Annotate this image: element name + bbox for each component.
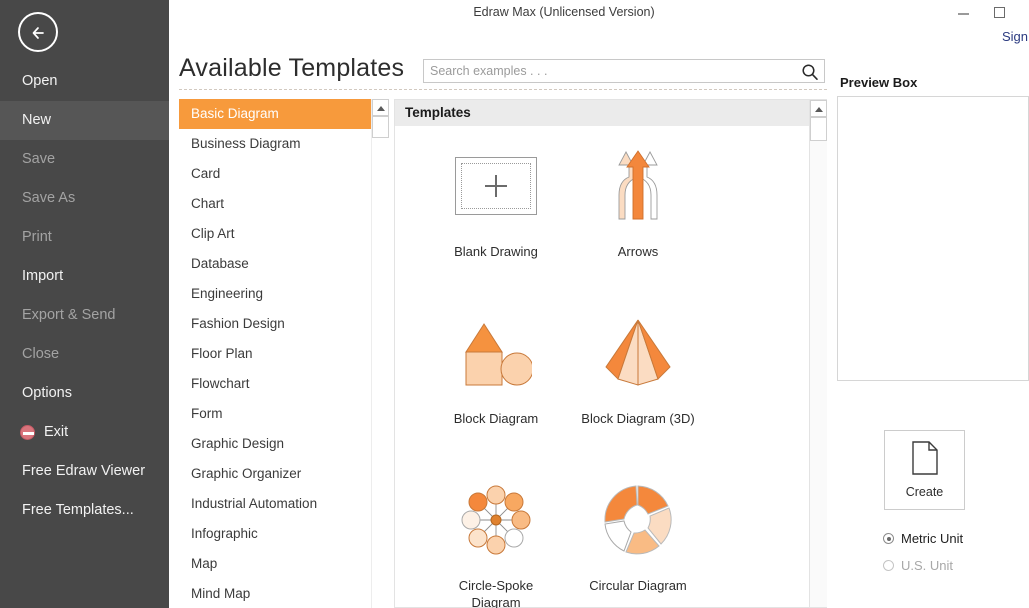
- category-item-graphic-organizer[interactable]: Graphic Organizer: [179, 459, 371, 489]
- preview-box: [837, 96, 1029, 381]
- template-card-circle-spoke-diagram[interactable]: Circle-Spoke Diagram: [425, 461, 567, 608]
- category-item-form[interactable]: Form: [179, 399, 371, 429]
- backstage-menu: Open New Save Save As Print Import Expor…: [0, 62, 169, 530]
- scroll-up-icon[interactable]: [810, 100, 827, 117]
- category-item-engineering[interactable]: Engineering: [179, 279, 371, 309]
- scroll-up-icon[interactable]: [372, 99, 389, 116]
- menu-item-free-edraw-viewer[interactable]: Free Edraw Viewer: [0, 452, 169, 491]
- backstage-sidebar: Open New Save Save As Print Import Expor…: [0, 0, 169, 608]
- templates-panel: Templates Blank Drawing Arrows Block Dia…: [394, 99, 827, 608]
- category-scrollbar[interactable]: [371, 99, 389, 608]
- exit-icon: [20, 425, 35, 440]
- templates-row: Blank Drawing Arrows: [395, 127, 809, 294]
- category-item-fashion-design[interactable]: Fashion Design: [179, 309, 371, 339]
- unit-radio-us-label: U.S. Unit: [901, 558, 954, 573]
- menu-item-print[interactable]: Print: [0, 218, 169, 257]
- back-arrow-icon[interactable]: [18, 12, 58, 52]
- menu-item-save-as[interactable]: Save As: [0, 179, 169, 218]
- circular-diagram-thumb: [594, 481, 682, 559]
- maximize-button[interactable]: [985, 0, 1015, 24]
- category-item-database[interactable]: Database: [179, 249, 371, 279]
- category-item-floor-plan[interactable]: Floor Plan: [179, 339, 371, 369]
- templates-scrollbar[interactable]: [809, 100, 827, 607]
- menu-item-import[interactable]: Import: [0, 257, 169, 296]
- preview-box-label: Preview Box: [840, 75, 918, 90]
- category-item-clip-art[interactable]: Clip Art: [179, 219, 371, 249]
- radio-selected-icon: [883, 533, 894, 544]
- category-item-industrial-automation[interactable]: Industrial Automation: [179, 489, 371, 519]
- templates-scrollbar-thumb[interactable]: [810, 117, 827, 141]
- template-card-block-diagram-3d[interactable]: Block Diagram (3D): [567, 294, 709, 461]
- template-card-blank-drawing[interactable]: Blank Drawing: [425, 127, 567, 294]
- new-document-icon: [911, 441, 939, 480]
- category-item-graphic-design[interactable]: Graphic Design: [179, 429, 371, 459]
- minimize-button[interactable]: [949, 0, 979, 24]
- arrows-thumb: [594, 147, 682, 225]
- page-title: Available Templates: [179, 54, 405, 82]
- menu-item-export-send[interactable]: Export & Send: [0, 296, 169, 335]
- category-item-flowchart[interactable]: Flowchart: [179, 369, 371, 399]
- category-item-map[interactable]: Map: [179, 549, 371, 579]
- menu-item-save[interactable]: Save: [0, 140, 169, 179]
- template-label: Block Diagram: [453, 411, 539, 426]
- category-item-business-diagram[interactable]: Business Diagram: [179, 129, 371, 159]
- category-item-basic-diagram[interactable]: Basic Diagram: [179, 99, 371, 129]
- create-button-label: Create: [905, 485, 944, 499]
- search-input[interactable]: [424, 60, 794, 82]
- template-label: Circle-Spoke Diagram: [458, 578, 534, 608]
- block-diagram-3d-thumb: [594, 314, 682, 392]
- template-card-arrows[interactable]: Arrows: [567, 127, 709, 294]
- edraw-backstage-new-screen: Edraw Max (Unlicensed Version) Sign Open…: [0, 0, 1029, 608]
- blank-drawing-thumb: [452, 147, 540, 225]
- category-item-mind-map[interactable]: Mind Map: [179, 579, 371, 608]
- templates-row: Block Diagram Block Diagram (3D): [395, 294, 809, 461]
- sign-in-link[interactable]: Sign: [1002, 29, 1028, 44]
- category-item-chart[interactable]: Chart: [179, 189, 371, 219]
- maximize-icon: [994, 7, 1005, 18]
- category-panel: Basic Diagram Business Diagram Card Char…: [179, 99, 389, 608]
- template-label: Block Diagram (3D): [581, 411, 695, 426]
- category-item-card[interactable]: Card: [179, 159, 371, 189]
- templates-panel-header: Templates: [395, 100, 809, 126]
- create-button[interactable]: Create: [884, 430, 965, 510]
- category-scrollbar-thumb[interactable]: [372, 116, 389, 138]
- unit-radio-metric[interactable]: Metric Unit: [883, 531, 963, 546]
- templates-row: Circle-Spoke Diagram Circular Diagram: [395, 461, 809, 608]
- unit-radio-metric-label: Metric Unit: [901, 531, 964, 546]
- category-item-infographic[interactable]: Infographic: [179, 519, 371, 549]
- header-divider: [179, 89, 827, 90]
- menu-item-exit-label: Exit: [44, 424, 69, 440]
- template-card-circular-diagram[interactable]: Circular Diagram: [567, 461, 709, 608]
- menu-item-free-templates[interactable]: Free Templates...: [0, 491, 169, 530]
- minimize-icon: [958, 13, 969, 15]
- menu-item-exit[interactable]: Exit: [0, 413, 169, 452]
- templates-grid: Blank Drawing Arrows Block Diagram Block…: [395, 127, 809, 608]
- title-bar: Edraw Max (Unlicensed Version): [169, 0, 1029, 24]
- template-label: Circular Diagram: [589, 578, 687, 593]
- app-title: Edraw Max (Unlicensed Version): [473, 5, 655, 19]
- block-diagram-thumb: [452, 314, 540, 392]
- unit-radio-us[interactable]: U.S. Unit: [883, 558, 953, 573]
- menu-item-new[interactable]: New: [0, 101, 169, 140]
- search-box[interactable]: [423, 59, 825, 83]
- category-list[interactable]: Basic Diagram Business Diagram Card Char…: [179, 99, 371, 608]
- template-card-block-diagram[interactable]: Block Diagram: [425, 294, 567, 461]
- menu-item-open[interactable]: Open: [0, 62, 169, 101]
- circle-spoke-thumb: [452, 481, 540, 559]
- radio-unselected-icon: [883, 560, 894, 571]
- template-label: Arrows: [617, 244, 659, 259]
- template-label: Blank Drawing: [454, 244, 538, 259]
- menu-item-options[interactable]: Options: [0, 374, 169, 413]
- menu-item-close[interactable]: Close: [0, 335, 169, 374]
- search-icon[interactable]: [800, 62, 820, 82]
